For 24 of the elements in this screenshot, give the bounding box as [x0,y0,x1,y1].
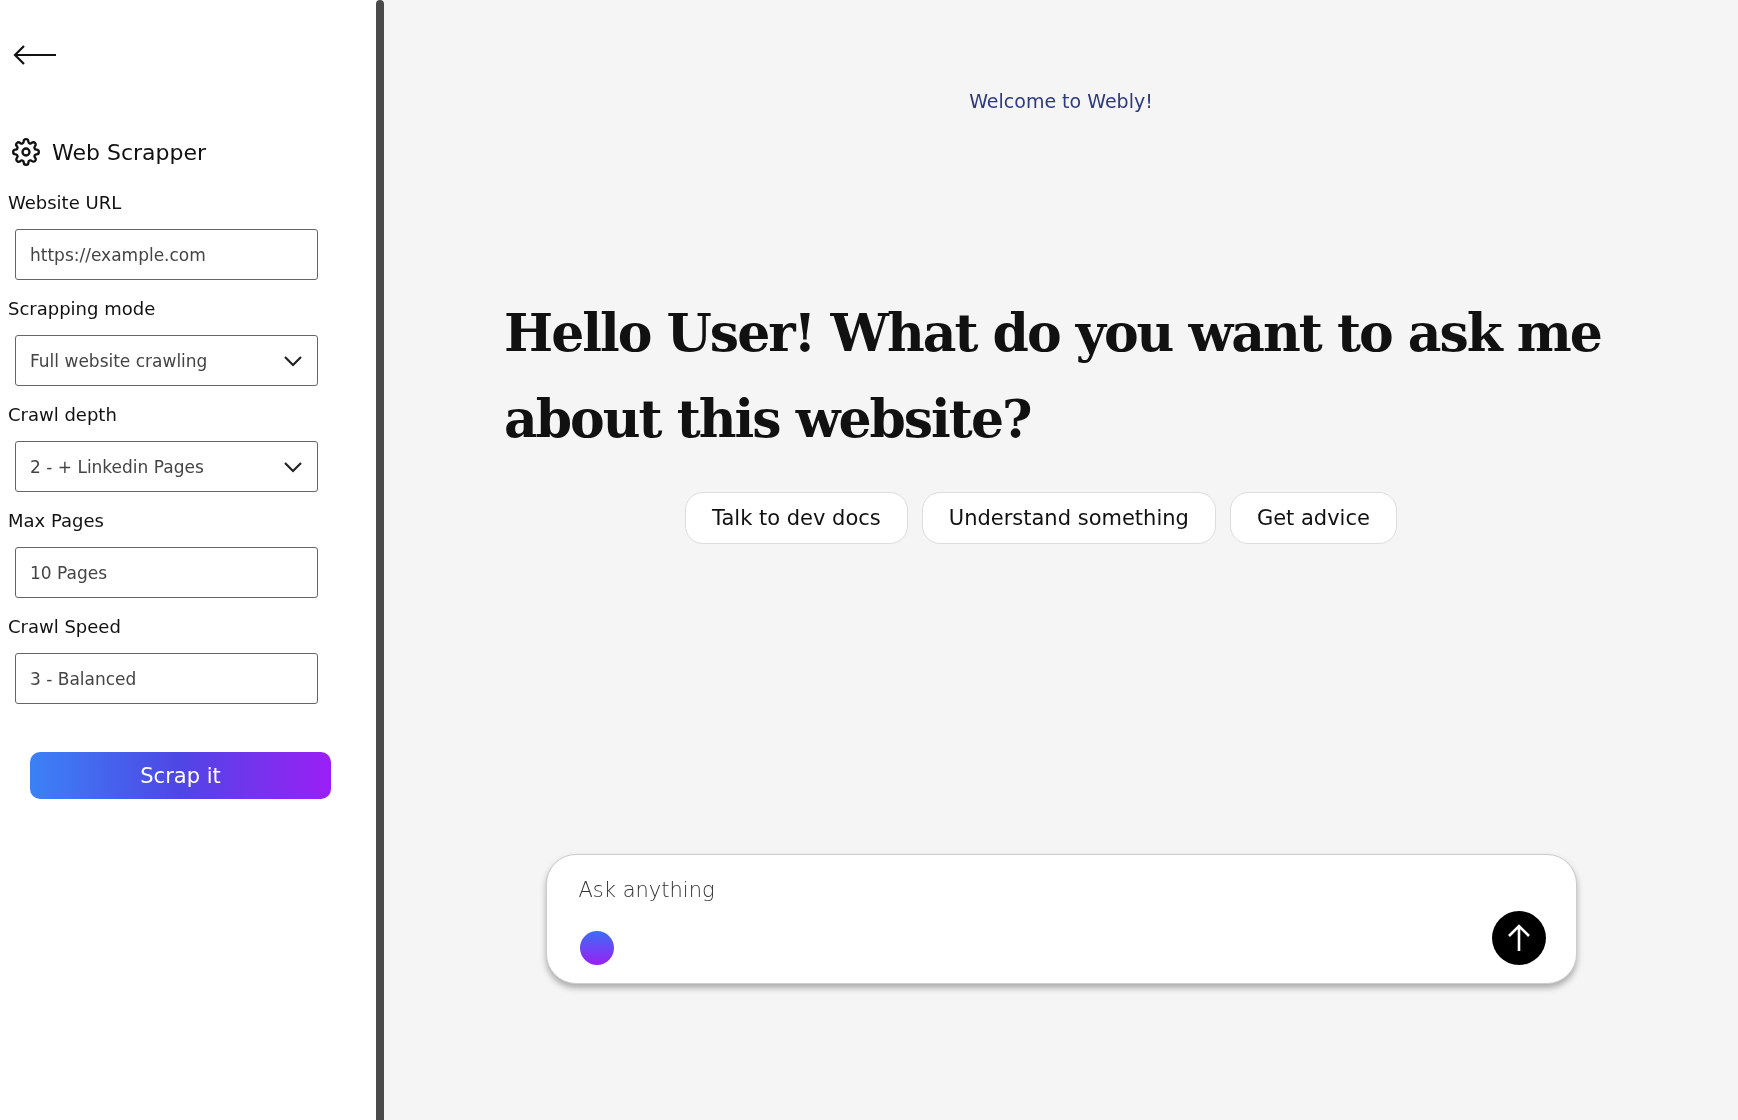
chevron-down-icon [283,354,303,367]
field-label: Max Pages [8,510,105,531]
field-label: Scrapping mode [8,298,157,319]
field-label: Website URL [8,192,123,213]
input-field[interactable]: 10 Pages [15,547,318,598]
field-label: Crawl depth [8,404,118,425]
welcome-text: Welcome to Webly! [969,90,1153,112]
field-label: Crawl Speed [8,616,122,637]
input-field[interactable]: 3 - Balanced [15,653,318,704]
chat-input[interactable]: Ask anything [576,877,1546,903]
chevron-down-icon [283,460,303,473]
dropdown-field[interactable]: Full website crawling [15,335,318,386]
settings-icon [12,138,40,166]
dropdown-field[interactable]: 2 - + Linkedin Pages [15,441,318,492]
back-arrow-icon[interactable] [12,44,58,66]
suggestion-chip[interactable]: Talk to dev docs [685,492,908,544]
suggestion-chip[interactable]: Understand something [921,492,1216,544]
greeting-heading: Hello User! What do you want to ask me about this website? [503,301,1602,451]
send-button[interactable] [1491,911,1546,965]
scrap-button[interactable]: Scrap it [30,752,331,799]
input-field[interactable]: https://example.com [15,229,318,280]
orb-icon [579,931,614,965]
suggestion-chip[interactable]: Get advice [1229,492,1397,544]
panel-title: Web Scrapper [52,139,207,165]
